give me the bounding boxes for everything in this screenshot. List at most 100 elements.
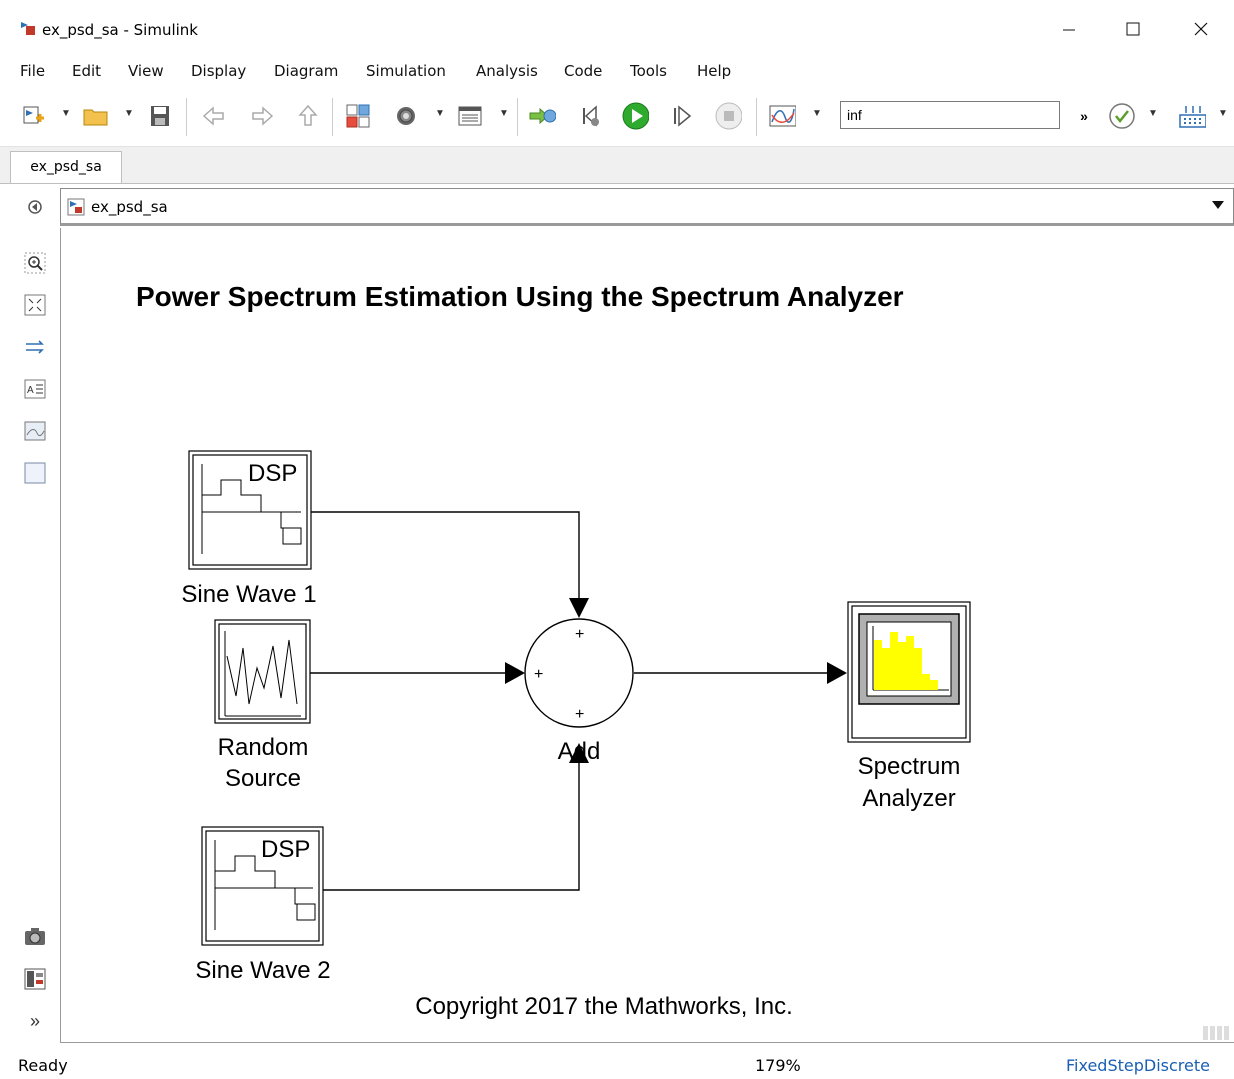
svg-text:A: A (27, 385, 34, 396)
stop-button[interactable] (714, 102, 742, 130)
fit-to-view-button[interactable] (24, 294, 46, 316)
status-text: Ready (18, 1056, 68, 1075)
data-inspector-button[interactable] (768, 102, 796, 130)
run-button[interactable] (621, 102, 649, 130)
stop-icon (715, 102, 742, 130)
chevron-down-icon[interactable]: ▼ (435, 108, 445, 119)
chevron-down-icon[interactable]: ▼ (812, 108, 822, 119)
add-sign-bottom: + (575, 706, 584, 723)
maximize-button[interactable] (1110, 12, 1156, 46)
minimize-button[interactable] (1046, 12, 1092, 46)
menu-edit[interactable]: Edit (72, 62, 101, 80)
window-title: ex_psd_sa - Simulink (42, 21, 198, 39)
signal-line-sine2[interactable] (323, 763, 580, 891)
build-icon (1179, 106, 1206, 128)
tab-ex-psd-sa[interactable]: ex_psd_sa (10, 151, 122, 183)
model-explorer-icon (458, 106, 482, 126)
model-explorer-button[interactable] (456, 102, 484, 130)
model-settings-button[interactable] (392, 102, 420, 130)
model-canvas[interactable]: Power Spectrum Estimation Using the Spec… (60, 228, 1234, 1043)
close-button[interactable] (1178, 12, 1224, 46)
menu-file[interactable]: File (20, 62, 45, 80)
sine-wave-2-label: Sine Wave 2 (195, 957, 330, 984)
step-forward-button[interactable] (668, 102, 696, 130)
save-button[interactable] (146, 102, 174, 130)
sine-wave-1-block[interactable]: DSP (188, 450, 312, 570)
build-model-button[interactable] (1178, 102, 1206, 130)
menu-code[interactable]: Code (564, 62, 602, 80)
new-model-button[interactable] (20, 102, 48, 130)
model-breadcrumb[interactable]: ex_psd_sa (60, 188, 1234, 226)
signal-plot-icon (769, 105, 796, 127)
model-browser-icon (24, 968, 46, 990)
simulink-model-icon (67, 198, 85, 216)
model-browser-button[interactable] (24, 968, 46, 990)
tool-palette: A » (0, 228, 60, 1043)
camera-icon (25, 928, 45, 945)
solver-link[interactable]: FixedStepDiscrete (1066, 1056, 1210, 1075)
add-sign-top: + (575, 626, 584, 643)
fit-to-view-icon (24, 294, 46, 316)
open-button[interactable] (82, 102, 110, 130)
chevron-down-icon[interactable] (1211, 199, 1225, 211)
maximize-icon (1126, 22, 1140, 36)
menu-view[interactable]: View (128, 62, 164, 80)
zoom-button[interactable] (24, 252, 46, 274)
sine-wave-2-block[interactable]: DSP (201, 826, 324, 946)
menu-help[interactable]: Help (697, 62, 731, 80)
up-button[interactable] (294, 102, 322, 130)
dsp-mark: DSP (248, 460, 297, 487)
signal-line-sine1[interactable] (311, 511, 580, 600)
chevron-down-icon[interactable]: ▼ (61, 108, 71, 119)
check-model-button[interactable] (1108, 102, 1136, 130)
gear-icon (397, 107, 415, 125)
random-source-block[interactable] (214, 619, 311, 724)
add-sign-left: + (534, 666, 543, 683)
arrowhead-icon (569, 598, 589, 618)
refresh-arrow-icon (529, 107, 556, 125)
chevron-down-icon[interactable]: ▼ (1148, 108, 1158, 119)
arrowhead-icon (505, 662, 525, 684)
expand-palette-button[interactable]: » (24, 1010, 46, 1032)
hide-explorer-bar-icon[interactable] (26, 198, 44, 216)
library-browser-icon (346, 104, 370, 128)
back-button[interactable] (200, 102, 228, 130)
area-icon (24, 462, 46, 484)
screenshot-button[interactable] (24, 926, 46, 948)
route-lines-button[interactable] (24, 336, 46, 358)
annotation-icon: A (24, 379, 46, 399)
save-icon (151, 106, 169, 126)
new-model-icon (23, 106, 44, 124)
simulink-model-icon (21, 22, 35, 35)
block-diagram: Power Spectrum Estimation Using the Spec… (136, 281, 1229, 1040)
library-browser-button[interactable] (344, 102, 372, 130)
menu-tools[interactable]: Tools (630, 62, 667, 80)
spectrum-analyzer-label-line2: Analyzer (862, 785, 955, 812)
random-source-label-line1: Random (218, 734, 309, 761)
chevron-down-icon[interactable]: ▼ (1218, 108, 1228, 119)
stop-time-input[interactable]: inf (840, 101, 1060, 129)
sine-wave-1-label: Sine Wave 1 (181, 581, 316, 608)
step-back-button[interactable] (577, 102, 605, 130)
arrowhead-icon (827, 662, 847, 684)
step-back-config-button[interactable] (528, 102, 556, 130)
menu-diagram[interactable]: Diagram (274, 62, 338, 80)
menu-simulation[interactable]: Simulation (366, 62, 446, 80)
resize-grip-icon[interactable] (1203, 1026, 1229, 1040)
menu-display[interactable]: Display (191, 62, 246, 80)
chevron-down-icon[interactable]: ▼ (124, 108, 134, 119)
spectrum-analyzer-block[interactable] (847, 601, 971, 743)
image-button[interactable] (24, 420, 46, 442)
add-block[interactable]: + + + (524, 618, 634, 728)
play-icon (622, 102, 649, 130)
arrow-left-icon (202, 106, 224, 126)
annotation-button[interactable]: A (24, 378, 46, 400)
route-lines-icon (26, 340, 44, 354)
forward-button[interactable] (248, 102, 276, 130)
area-button[interactable] (24, 462, 46, 484)
more-tools-button[interactable]: » (1075, 102, 1093, 130)
menu-analysis[interactable]: Analysis (476, 62, 538, 80)
checkmark-icon (1109, 103, 1135, 129)
title-bar: ex_psd_sa - Simulink (0, 0, 1234, 58)
chevron-down-icon[interactable]: ▼ (499, 108, 509, 119)
